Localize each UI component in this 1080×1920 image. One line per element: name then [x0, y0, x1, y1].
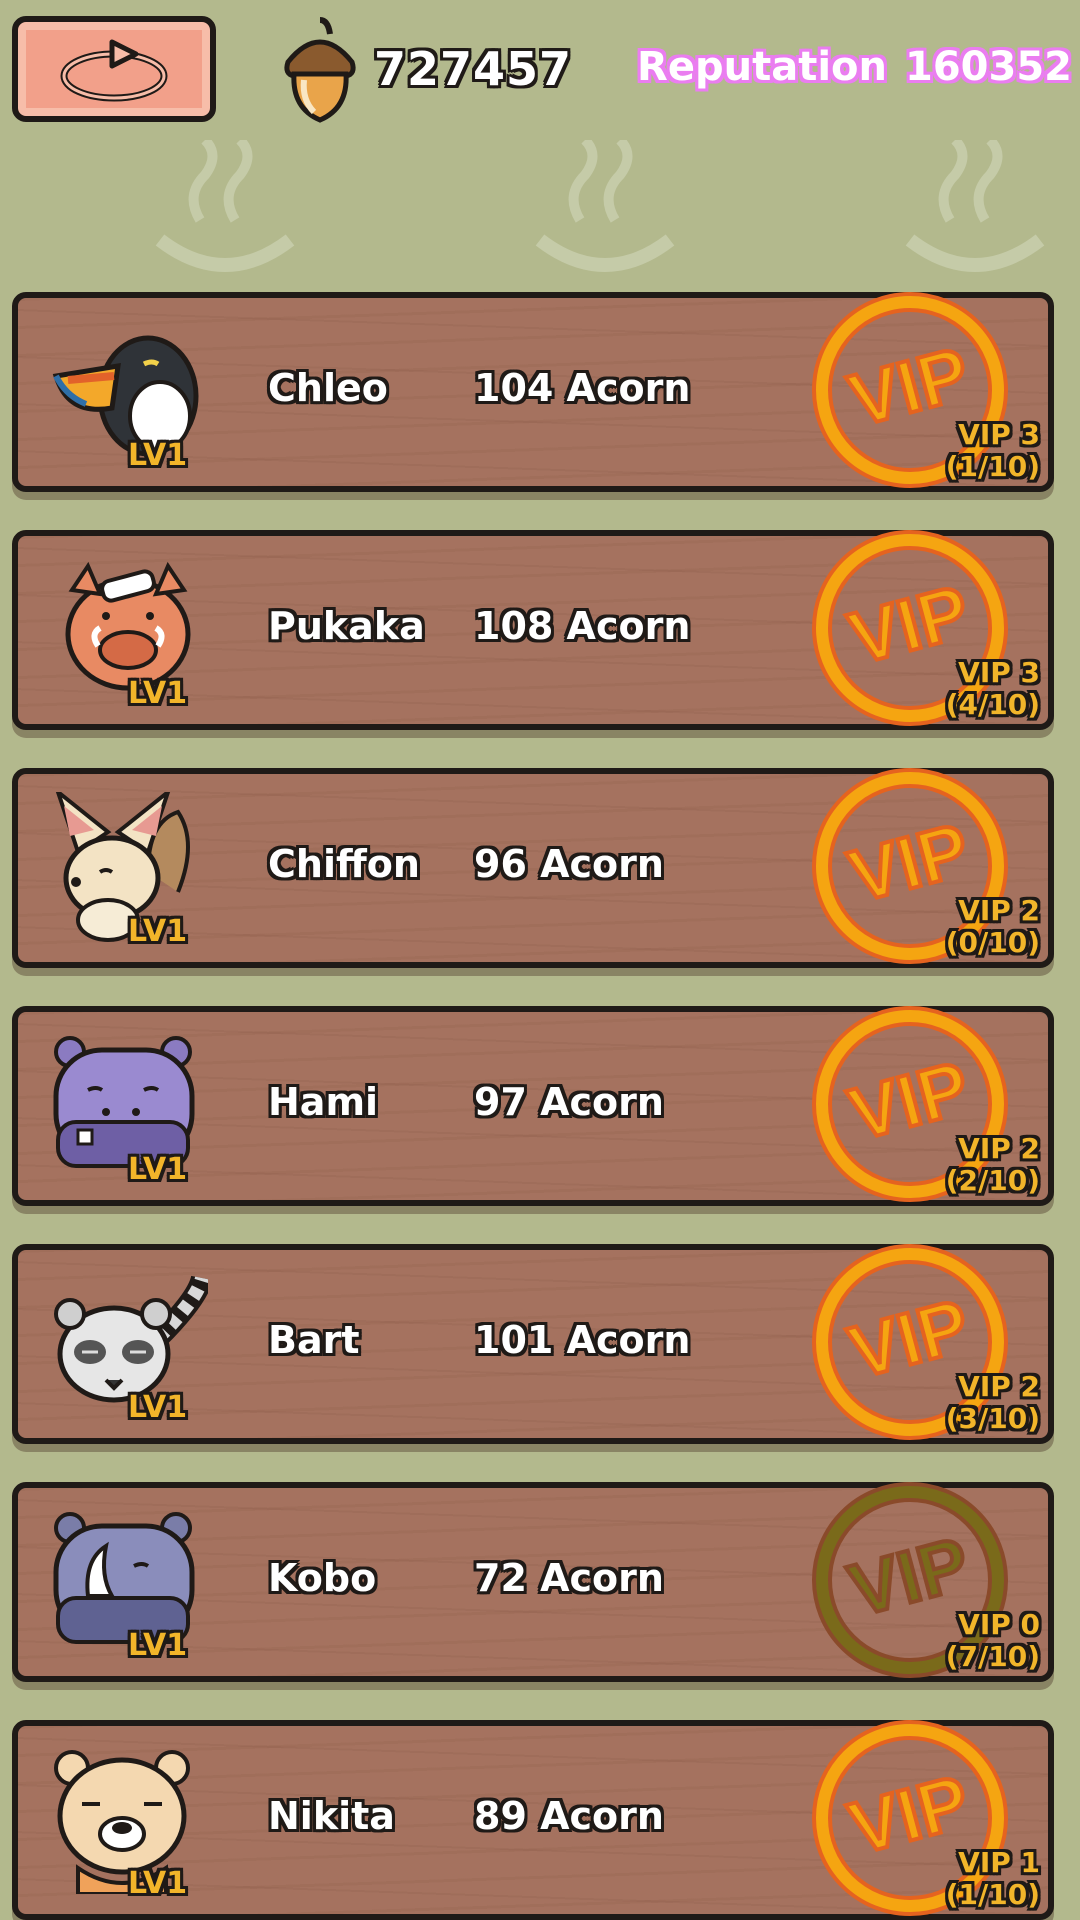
guest-name: Chleo: [268, 366, 388, 410]
acorn-balance: 727457: [374, 42, 573, 96]
guest-price: 72 Acorn: [474, 1556, 664, 1600]
vip-progress: (1/10): [945, 1878, 1040, 1911]
guest-name: Hami: [268, 1080, 379, 1124]
guest-name: Nikita: [268, 1794, 395, 1838]
guest-price: 104 Acorn: [474, 366, 691, 410]
guest-row-bart[interactable]: LV1 Bart 101 Acorn VIP VIP 2 (3/10): [12, 1244, 1054, 1444]
svg-text:VIP: VIP: [841, 569, 978, 680]
back-button[interactable]: [12, 16, 216, 122]
vip-progress: (7/10): [945, 1640, 1040, 1673]
return-arrow-icon: [60, 39, 168, 102]
guest-level: LV1: [128, 1152, 188, 1187]
guest-price: 101 Acorn: [474, 1318, 691, 1362]
vip-progress: (2/10): [945, 1164, 1040, 1197]
vip-level: VIP 3: [958, 656, 1040, 689]
guest-level: LV1: [128, 1628, 188, 1663]
guest-name: Pukaka: [268, 604, 425, 648]
acorn-icon: [280, 16, 360, 128]
reputation-label: Reputation: [637, 44, 887, 90]
guest-level: LV1: [128, 676, 188, 711]
guest-row-nikita[interactable]: LV1 Nikita 89 Acorn VIP VIP 1 (1/10): [12, 1720, 1054, 1920]
reputation-display: Reputation 160352: [637, 44, 1072, 90]
vip-level: VIP 0: [958, 1608, 1040, 1641]
guest-level: LV1: [128, 914, 188, 949]
svg-text:VIP: VIP: [841, 807, 978, 918]
vip-level: VIP 2: [958, 1132, 1040, 1165]
svg-text:VIP: VIP: [841, 1759, 978, 1870]
guest-row-hami[interactable]: LV1 Hami 97 Acorn VIP VIP 2 (2/10): [12, 1006, 1054, 1206]
reputation-value: 160352: [905, 44, 1072, 90]
vip-progress: (0/10): [945, 926, 1040, 959]
guest-price: 96 Acorn: [474, 842, 664, 886]
guest-price: 97 Acorn: [474, 1080, 664, 1124]
svg-text:VIP: VIP: [841, 1045, 978, 1156]
guest-name: Bart: [268, 1318, 360, 1362]
vip-progress: (3/10): [945, 1402, 1040, 1435]
hot-spring-pattern-icon: [905, 140, 1045, 272]
vip-level: VIP 2: [958, 1370, 1040, 1403]
hot-spring-pattern-icon: [155, 140, 295, 272]
hot-spring-pattern-icon: [535, 140, 675, 272]
guest-name: Kobo: [268, 1556, 377, 1600]
guest-row-chiffon[interactable]: LV1 Chiffon 96 Acorn VIP VIP 2 (0/10): [12, 768, 1054, 968]
svg-text:VIP: VIP: [841, 1283, 978, 1394]
guest-level: LV1: [128, 1866, 188, 1901]
vip-progress: (4/10): [945, 688, 1040, 721]
guest-price: 108 Acorn: [474, 604, 691, 648]
vip-level: VIP 1: [958, 1846, 1040, 1879]
guest-name: Chiffon: [268, 842, 420, 886]
vip-level: VIP 3: [958, 418, 1040, 451]
vip-progress: (1/10): [945, 450, 1040, 483]
guest-row-pukaka[interactable]: LV1 Pukaka 108 Acorn VIP VIP 3 (4/10): [12, 530, 1054, 730]
guest-row-chleo[interactable]: LV1 Chleo 104 Acorn VIP VIP 3 (1/10): [12, 292, 1054, 492]
guest-price: 89 Acorn: [474, 1794, 664, 1838]
svg-text:VIP: VIP: [841, 331, 978, 442]
guest-row-kobo[interactable]: LV1 Kobo 72 Acorn VIP VIP 0 (7/10): [12, 1482, 1054, 1682]
vip-level: VIP 2: [958, 894, 1040, 927]
guest-level: LV1: [128, 438, 188, 473]
guest-level: LV1: [128, 1390, 188, 1425]
svg-text:VIP: VIP: [841, 1521, 978, 1632]
